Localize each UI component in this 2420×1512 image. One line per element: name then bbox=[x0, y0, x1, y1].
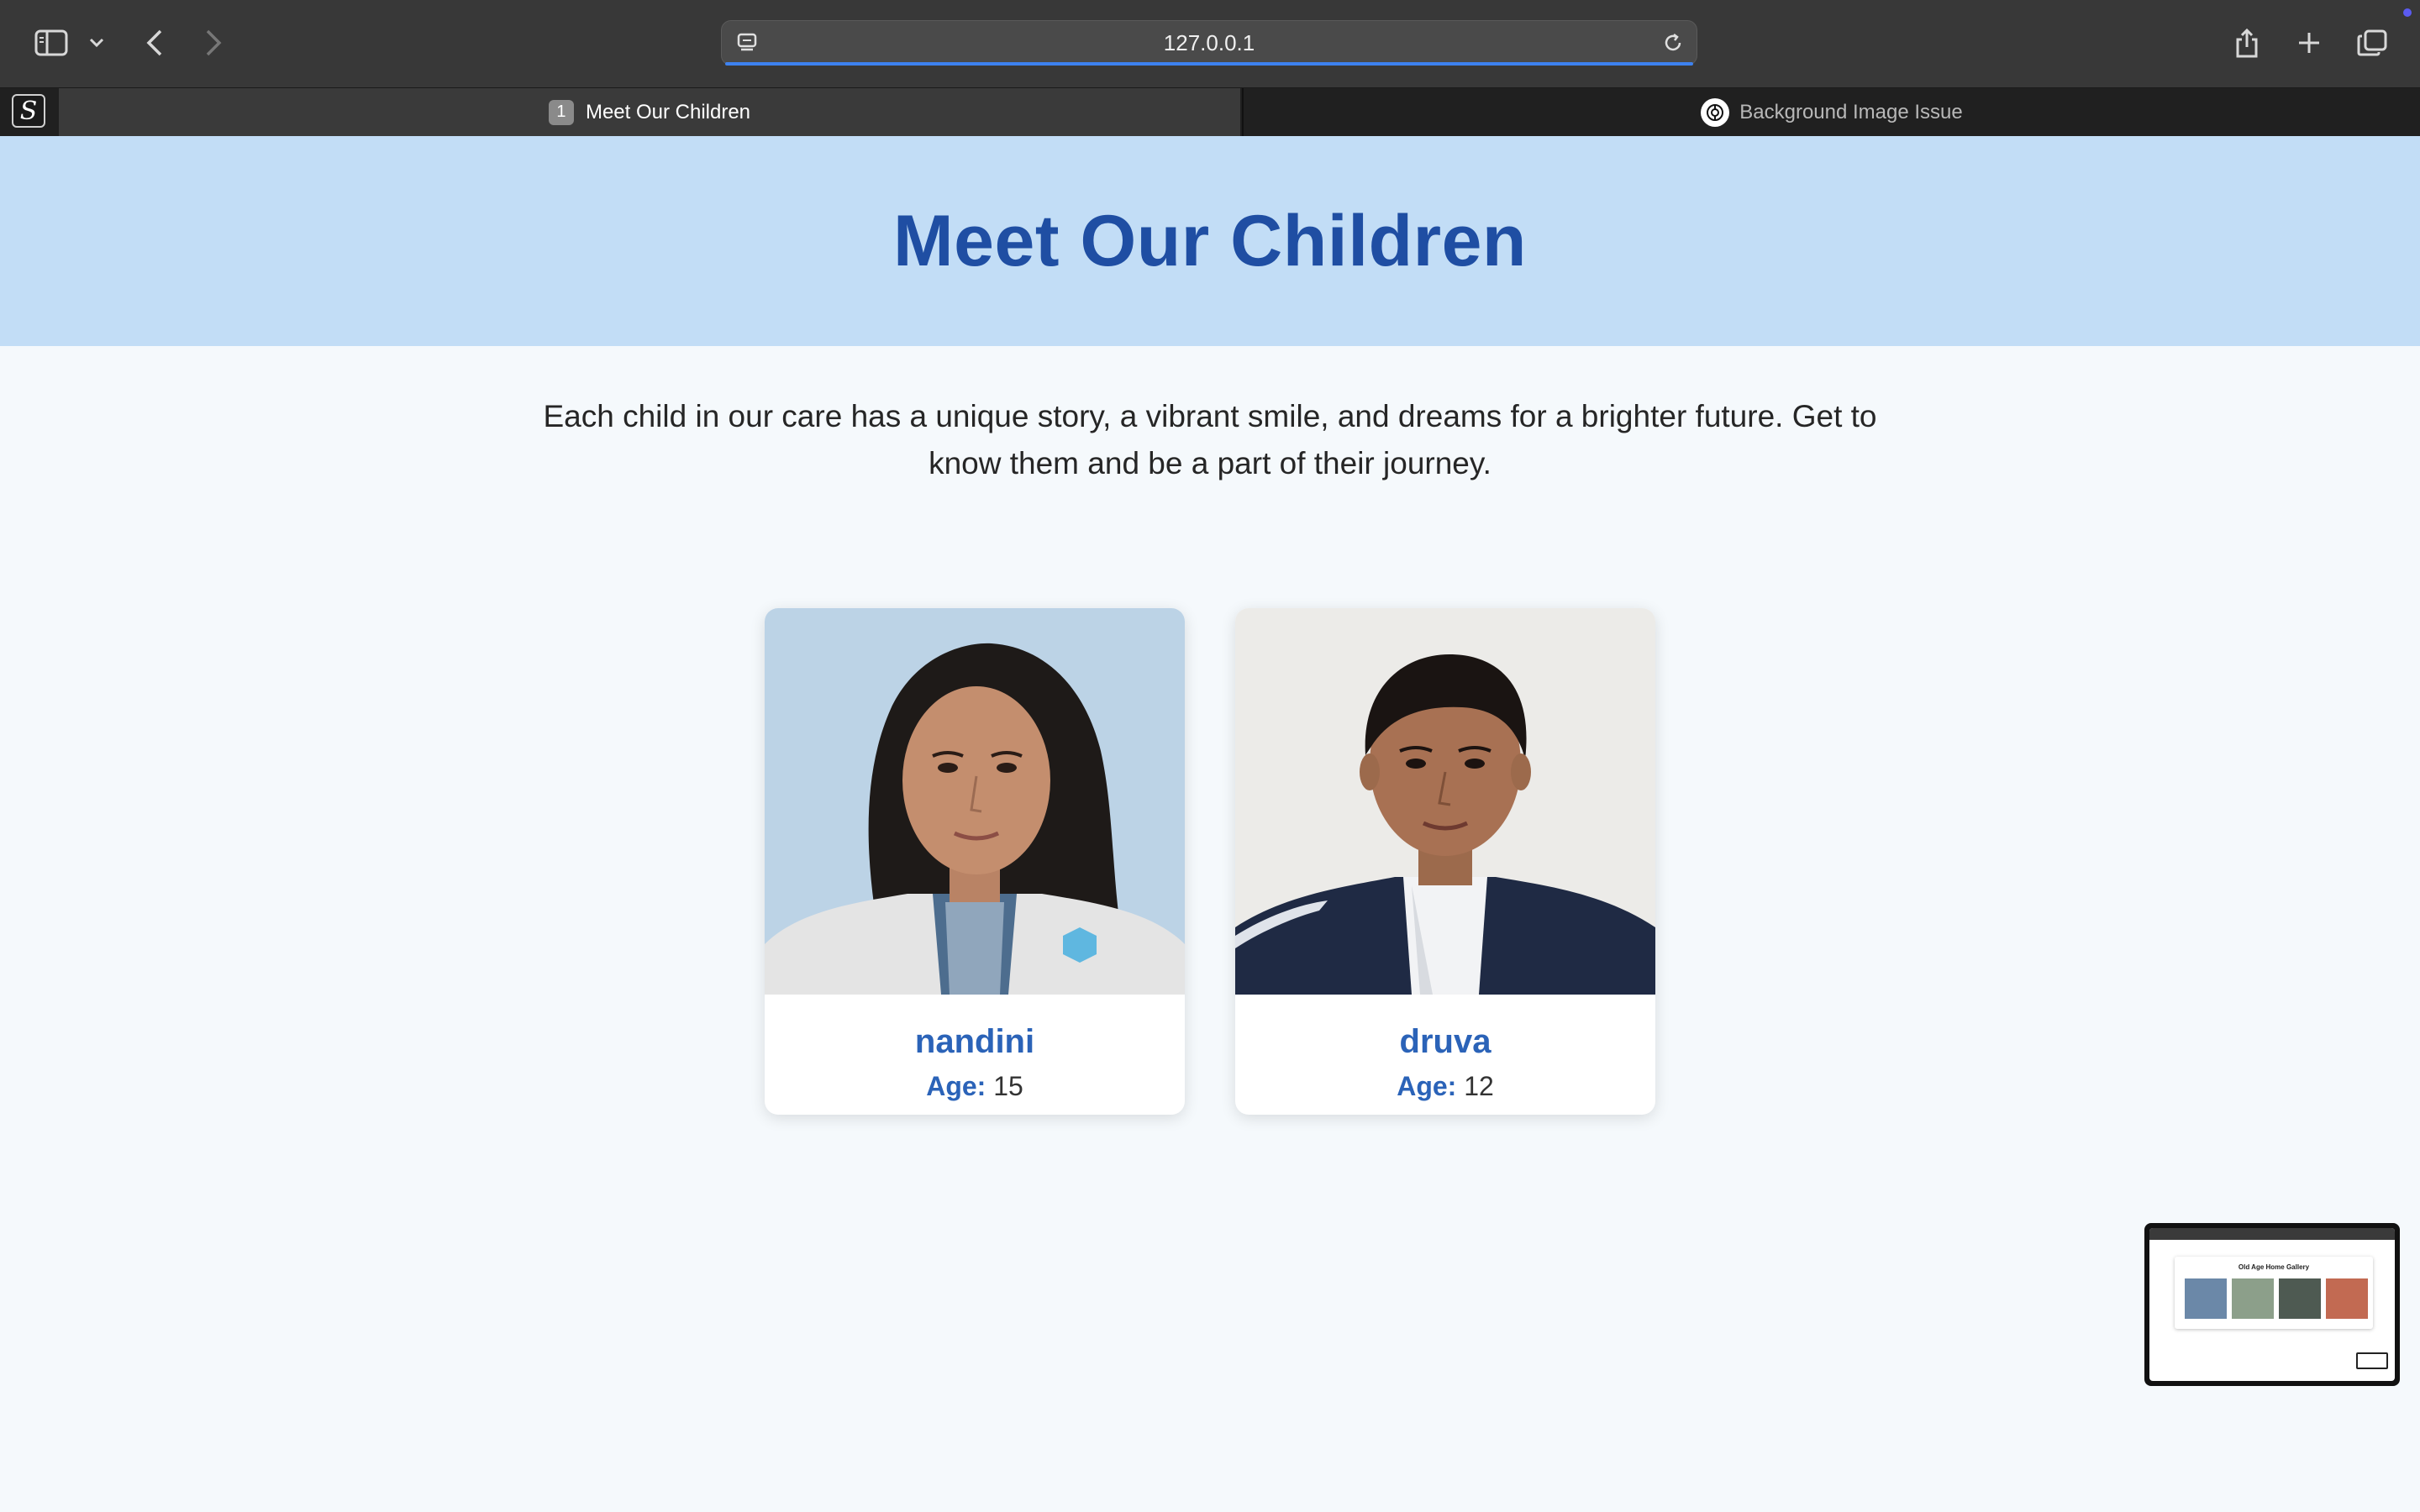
url-text: 127.0.0.1 bbox=[1163, 29, 1255, 55]
window-thumbnail[interactable]: Old Age Home Gallery bbox=[2144, 1223, 2400, 1386]
age-label: Age: bbox=[926, 1071, 986, 1101]
tab-background-image-issue[interactable]: Background Image Issue bbox=[1242, 88, 2420, 136]
sidebar-toggle-icon[interactable] bbox=[30, 25, 72, 60]
thumbnail-image bbox=[2185, 1278, 2227, 1319]
tab-number-badge: 1 bbox=[548, 99, 574, 125]
child-age: Age: 15 bbox=[765, 1071, 1185, 1102]
notification-dot bbox=[2403, 8, 2412, 17]
openai-icon bbox=[1701, 97, 1730, 127]
thumbnail-image bbox=[2279, 1278, 2321, 1319]
tab-label: Background Image Issue bbox=[1739, 100, 1963, 123]
child-photo bbox=[765, 608, 1185, 995]
thumbnail-gallery-card: Old Age Home Gallery bbox=[2175, 1257, 2373, 1329]
child-card[interactable]: druva Age: 12 bbox=[1235, 608, 1655, 1115]
chevron-down-icon[interactable] bbox=[84, 30, 109, 55]
tab-meet-our-children[interactable]: 1 Meet Our Children bbox=[59, 88, 1240, 136]
child-card[interactable]: nandini Age: 15 bbox=[765, 608, 1185, 1115]
child-age: Age: 12 bbox=[1235, 1071, 1655, 1102]
thumbnail-image bbox=[2326, 1278, 2368, 1319]
page-title: Meet Our Children bbox=[893, 200, 1527, 281]
thumbnail-title: Old Age Home Gallery bbox=[2238, 1263, 2310, 1271]
reload-icon[interactable] bbox=[1660, 29, 1686, 56]
share-icon[interactable] bbox=[2230, 24, 2264, 62]
address-focus-indicator bbox=[725, 62, 1693, 66]
age-value: 12 bbox=[1464, 1071, 1494, 1101]
thumbnail-preview: Old Age Home Gallery bbox=[2149, 1228, 2395, 1381]
thumbnail-toolbar bbox=[2149, 1228, 2395, 1240]
child-name: nandini bbox=[914, 1023, 1035, 1060]
new-tab-icon[interactable] bbox=[2292, 25, 2326, 60]
back-icon[interactable] bbox=[138, 24, 171, 62]
browser-toolbar: 127.0.0.1 bbox=[0, 0, 2420, 87]
age-value: 15 bbox=[993, 1071, 1023, 1101]
child-photo bbox=[1235, 608, 1655, 995]
age-label: Age: bbox=[1397, 1071, 1457, 1101]
address-bar[interactable]: 127.0.0.1 bbox=[721, 20, 1697, 66]
child-name: druva bbox=[1399, 1023, 1491, 1060]
tab-label: Meet Our Children bbox=[585, 100, 751, 123]
thumbnail-badge bbox=[2356, 1352, 2388, 1369]
thumbnail-image bbox=[2232, 1278, 2274, 1319]
forward-icon[interactable] bbox=[197, 24, 230, 62]
site-logo-icon[interactable]: S bbox=[12, 94, 45, 128]
tab-overview-icon[interactable] bbox=[2353, 25, 2391, 60]
intro-text: Each child in our care has a unique stor… bbox=[543, 399, 1877, 480]
page-header: Meet Our Children bbox=[0, 136, 2420, 346]
tab-bar: 1 Meet Our Children Background Image Iss… bbox=[0, 87, 2420, 136]
